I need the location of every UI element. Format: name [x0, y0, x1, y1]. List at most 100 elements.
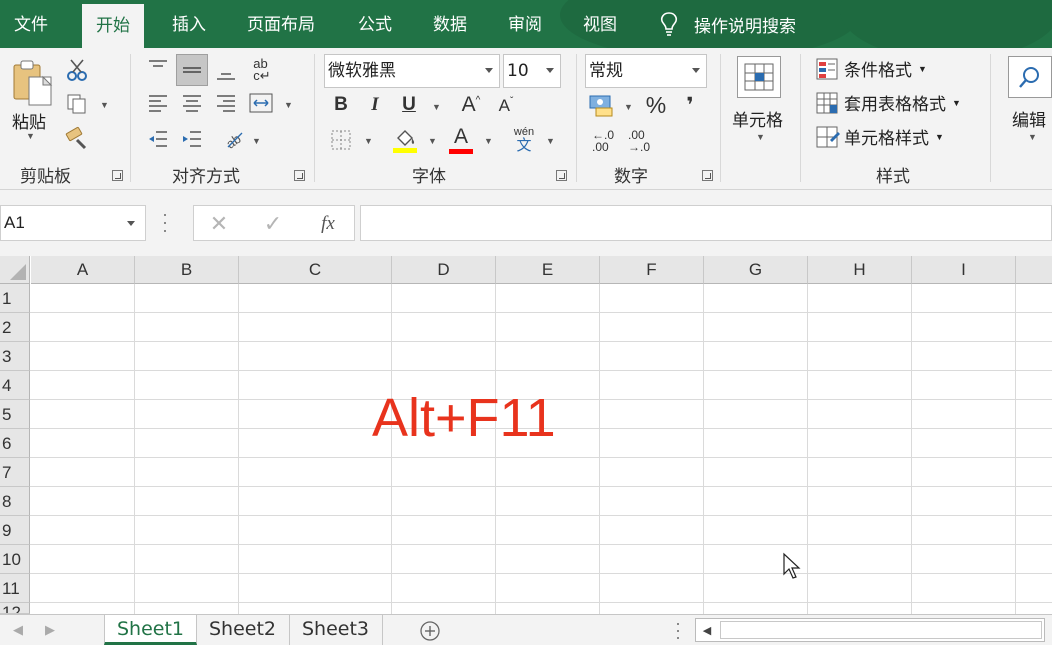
decrease-decimal-button[interactable]: .00 →.0: [624, 128, 654, 154]
tab-home[interactable]: 开始: [82, 4, 144, 48]
column-header[interactable]: I: [912, 256, 1016, 284]
align-center-icon[interactable]: [180, 92, 204, 114]
scroll-left-icon[interactable]: ◀: [698, 621, 716, 639]
column-header[interactable]: B: [135, 256, 239, 284]
column-header[interactable]: [1016, 256, 1052, 284]
align-middle-icon[interactable]: [176, 54, 208, 86]
orientation-icon[interactable]: ab: [222, 128, 246, 150]
chevron-down-icon[interactable]: ▼: [100, 100, 109, 110]
row-header[interactable]: 1: [0, 284, 30, 313]
scrollbar-thumb[interactable]: [720, 621, 1042, 639]
merge-center-icon[interactable]: [248, 92, 274, 114]
alignment-launcher-icon[interactable]: [294, 170, 305, 181]
chevron-down-icon[interactable]: ▼: [624, 102, 633, 112]
copy-icon[interactable]: [64, 92, 90, 116]
enter-check-icon[interactable]: ✓: [260, 211, 286, 237]
currency-icon[interactable]: [588, 92, 616, 118]
align-left-icon[interactable]: [146, 92, 170, 114]
splitter-grip-icon[interactable]: [676, 623, 680, 639]
font-color-button[interactable]: A: [448, 126, 474, 154]
tab-page-layout[interactable]: 页面布局: [233, 0, 329, 48]
insert-function-button[interactable]: fx: [314, 211, 342, 237]
name-box[interactable]: A1: [0, 205, 146, 241]
row-header[interactable]: 6: [0, 429, 30, 458]
chevron-down-icon[interactable]: ▼: [252, 136, 261, 146]
chevron-down-icon[interactable]: ▼: [1028, 132, 1037, 142]
formula-bar-grip-icon[interactable]: [163, 214, 167, 232]
column-header[interactable]: H: [808, 256, 912, 284]
row-header[interactable]: 9: [0, 516, 30, 545]
number-format-select[interactable]: 常规: [585, 54, 707, 88]
align-top-icon[interactable]: [146, 56, 170, 78]
column-header[interactable]: G: [704, 256, 808, 284]
borders-icon[interactable]: [328, 128, 354, 152]
chevron-down-icon[interactable]: ▼: [428, 136, 437, 146]
format-painter-icon[interactable]: [64, 126, 90, 150]
column-header[interactable]: D: [392, 256, 496, 284]
search-icon[interactable]: [1008, 56, 1052, 98]
increase-indent-icon[interactable]: [180, 128, 204, 150]
format-as-table-button[interactable]: 套用表格格式 ▼: [816, 90, 961, 115]
font-launcher-icon[interactable]: [556, 170, 567, 181]
increase-decimal-button[interactable]: ←.0 .00: [588, 128, 618, 154]
add-sheet-icon[interactable]: [418, 619, 442, 643]
chevron-down-icon[interactable]: ▼: [546, 136, 555, 146]
font-size-select[interactable]: 10: [503, 54, 561, 88]
paste-icon[interactable]: [10, 58, 56, 108]
sheet-tab-sheet1[interactable]: Sheet1: [104, 615, 197, 645]
italic-button[interactable]: I: [364, 92, 386, 118]
select-all-button[interactable]: [0, 256, 30, 284]
paste-label[interactable]: 粘贴: [12, 108, 46, 133]
scroll-tabs-right-icon[interactable]: ▶: [42, 621, 58, 639]
column-header[interactable]: F: [600, 256, 704, 284]
bold-button[interactable]: B: [330, 92, 352, 118]
tab-insert[interactable]: 插入: [158, 0, 220, 48]
underline-button[interactable]: U: [398, 92, 420, 118]
align-right-icon[interactable]: [214, 92, 238, 114]
row-header[interactable]: 12: [0, 603, 30, 614]
scroll-tabs-left-icon[interactable]: ◀: [10, 621, 26, 639]
tab-formulas[interactable]: 公式: [344, 0, 406, 48]
row-header[interactable]: 2: [0, 313, 30, 342]
column-header[interactable]: C: [239, 256, 392, 284]
cut-icon[interactable]: [64, 58, 90, 82]
chevron-down-icon[interactable]: ▼: [756, 132, 765, 142]
chevron-down-icon[interactable]: ▼: [432, 102, 441, 112]
column-header[interactable]: A: [31, 256, 135, 284]
chevron-down-icon[interactable]: ▼: [364, 136, 373, 146]
row-header[interactable]: 4: [0, 371, 30, 400]
comma-style-button[interactable]: ❜: [680, 92, 700, 118]
sheet-tab-sheet2[interactable]: Sheet2: [197, 615, 290, 645]
shrink-font-button[interactable]: Aˇ: [494, 94, 518, 118]
tab-file[interactable]: 文件: [0, 0, 62, 48]
wrap-text-icon[interactable]: ab c↵: [250, 56, 274, 84]
phonetic-guide-button[interactable]: wén 文: [510, 126, 538, 154]
row-header[interactable]: 8: [0, 487, 30, 516]
row-header[interactable]: 11: [0, 574, 30, 603]
fill-color-icon[interactable]: [392, 126, 418, 154]
conditional-formatting-button[interactable]: 条件格式 ▼: [816, 56, 927, 81]
cells-label[interactable]: 单元格: [732, 106, 783, 131]
horizontal-scrollbar[interactable]: ◀: [695, 618, 1045, 642]
font-name-select[interactable]: 微软雅黑: [324, 54, 500, 88]
row-header[interactable]: 10: [0, 545, 30, 574]
grow-font-button[interactable]: A ^: [458, 92, 484, 118]
sheet-tab-sheet3[interactable]: Sheet3: [290, 615, 383, 645]
formula-input[interactable]: [360, 205, 1052, 241]
clipboard-launcher-icon[interactable]: [112, 170, 123, 181]
align-bottom-icon[interactable]: [214, 62, 238, 84]
percent-button[interactable]: %: [644, 92, 668, 118]
tab-view[interactable]: 视图: [569, 0, 631, 48]
cell-styles-button[interactable]: 单元格样式 ▼: [816, 124, 944, 149]
tab-data[interactable]: 数据: [419, 0, 481, 48]
chevron-down-icon[interactable]: ▼: [484, 136, 493, 146]
tab-review[interactable]: 审阅: [494, 0, 556, 48]
chevron-down-icon[interactable]: ▼: [284, 100, 293, 110]
row-header[interactable]: 7: [0, 458, 30, 487]
worksheet-grid[interactable]: A B C D E F G H I 1 2 3 4 5 6 7 8 9 10 1…: [0, 256, 1052, 614]
cells-icon[interactable]: [737, 56, 781, 98]
row-header[interactable]: 3: [0, 342, 30, 371]
row-header[interactable]: 5: [0, 400, 30, 429]
cancel-icon[interactable]: ✕: [206, 211, 232, 237]
column-header[interactable]: E: [496, 256, 600, 284]
